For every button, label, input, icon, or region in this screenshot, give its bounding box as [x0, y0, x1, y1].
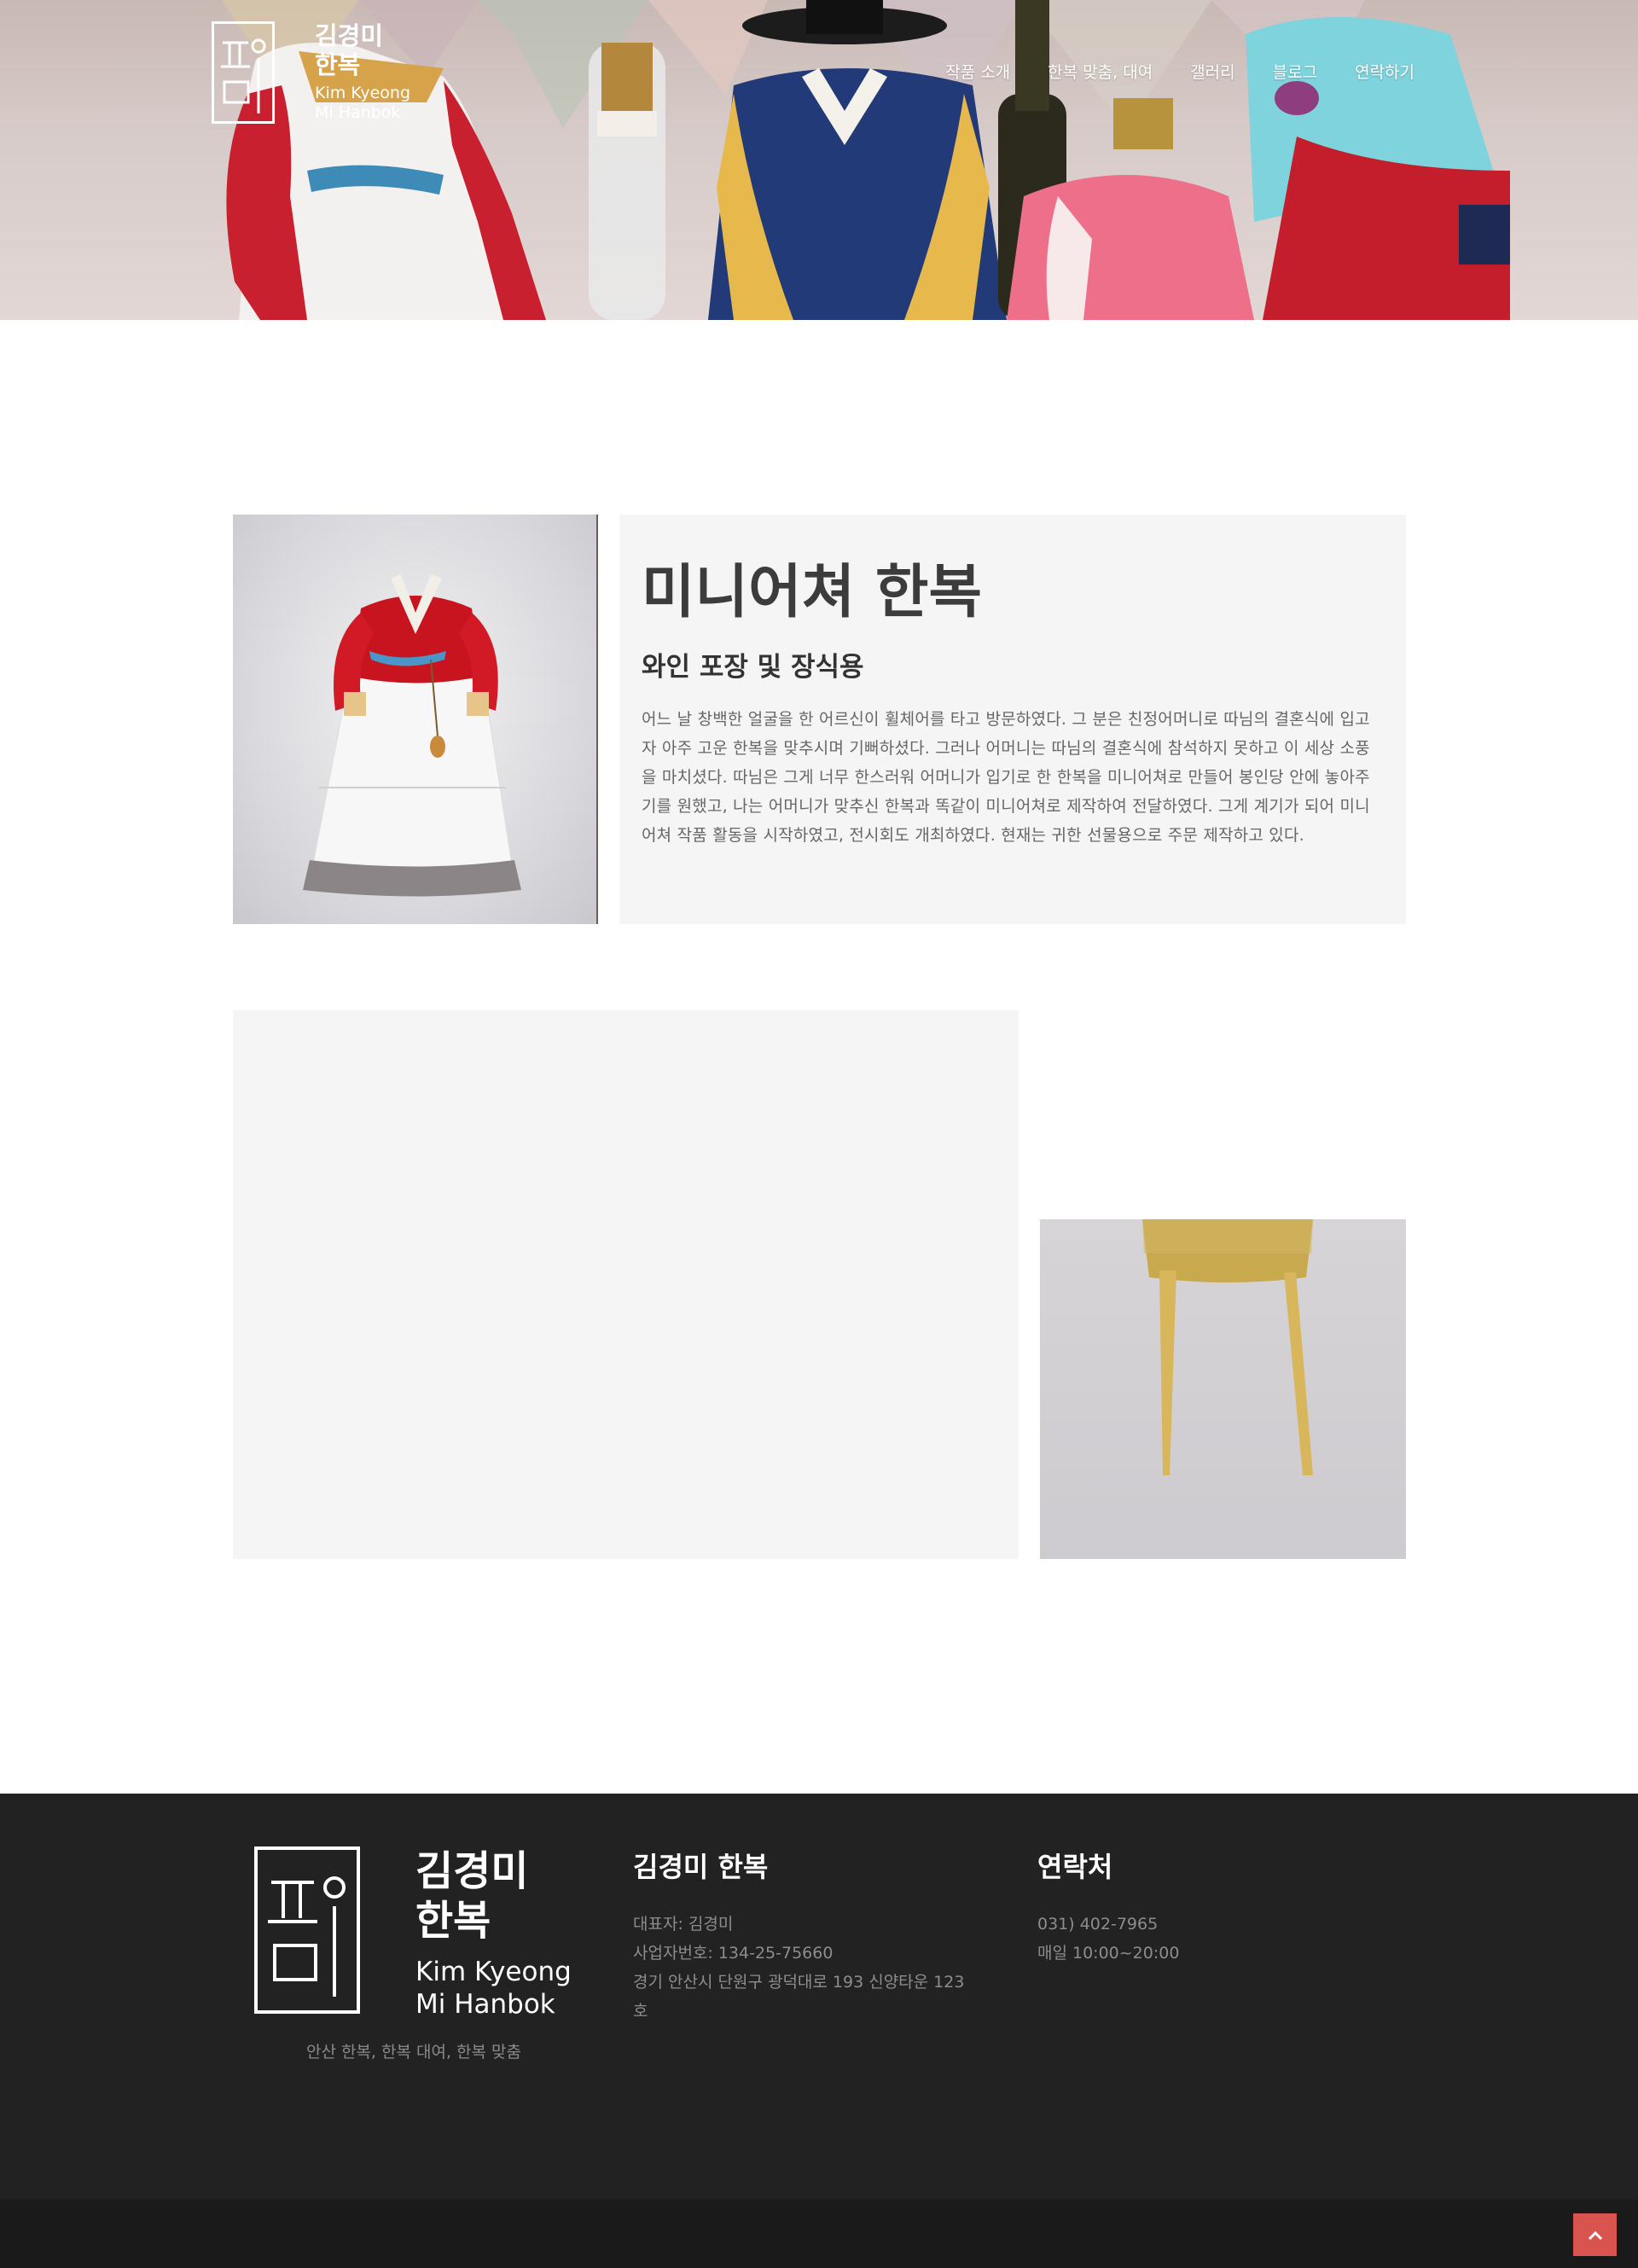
company-address: 경기 안산시 단원구 광덕대로 193 신양타운 123 — [633, 1973, 965, 1992]
footer-company-info: 김경미 한복 대표자: 김경미 사업자번호: 134-25-75660 경기 안… — [633, 1850, 1008, 2026]
nav-item-blog[interactable]: 블로그 — [1273, 60, 1317, 83]
site-footer: 김경미 한복 Kim Kyeong Mi Hanbok 안산 한복, 한복 대여… — [0, 1794, 1638, 2200]
hero-banner: 김경미 한복 Kim Kyeong Mi Hanbok 작품 소개 한복 맞춤,… — [0, 0, 1638, 320]
back-to-top-button[interactable] — [1573, 2213, 1617, 2256]
section-description: 어느 날 창백한 얼굴을 한 어르신이 휠체어를 타고 방문하였다. 그 분은 … — [642, 710, 1370, 845]
logo-korean-name: 김경미 한복 — [315, 21, 384, 79]
logo-english-name: Kim Kyeong Mi Hanbok — [315, 84, 411, 122]
hanbok-skirt-image — [1040, 1219, 1406, 1559]
footer-bottom-bar — [0, 2200, 1638, 2268]
miniature-hanbok-image — [233, 515, 598, 924]
company-representative: 대표자: 김경미 — [633, 1915, 734, 1934]
footer-logo-mark-icon — [254, 1846, 360, 2014]
nav-item-contact[interactable]: 연락하기 — [1355, 60, 1414, 83]
contact-heading: 연락처 — [1037, 1851, 1113, 1883]
nav-item-gallery[interactable]: 갤러리 — [1190, 60, 1234, 83]
footer-logo-korean-name: 김경미 한복 — [415, 1847, 529, 1945]
miniature-hanbok-section: 미니어쳐 한복 와인 포장 및 장식용 어느 날 창백한 얼굴을 한 어르신이 … — [619, 515, 1406, 924]
footer-logo-english-name: Kim Kyeong Mi Hanbok — [415, 1957, 572, 2020]
nav-item-works[interactable]: 작품 소개 — [945, 60, 1010, 83]
chevron-up-icon — [1588, 2231, 1602, 2241]
footer-tagline: 안산 한복, 한복 대여, 한복 맞춤 — [305, 2043, 522, 2062]
contact-phone[interactable]: 031) 402-7965 — [1037, 1910, 1379, 1939]
company-address-cont: 호 — [633, 2002, 648, 2021]
section-title: 미니어쳐 한복 — [642, 559, 983, 626]
section-subtitle: 와인 포장 및 장식용 — [642, 652, 864, 683]
company-business-number: 사업자번호: 134-25-75660 — [633, 1944, 834, 1963]
main-navigation: 작품 소개 한복 맞춤, 대여 갤러리 블로그 연락하기 — [908, 60, 1414, 83]
image-placeholder-panel — [233, 1010, 1019, 1559]
company-heading: 김경미 한복 — [633, 1851, 769, 1883]
footer-contact-info: 연락처 031) 402-7965 매일 10:00~20:00 — [1037, 1850, 1379, 1968]
contact-hours: 매일 10:00~20:00 — [1037, 1944, 1180, 1963]
nav-item-custom-rental[interactable]: 한복 맞춤, 대여 — [1048, 60, 1153, 83]
logo-mark-icon — [212, 21, 275, 124]
